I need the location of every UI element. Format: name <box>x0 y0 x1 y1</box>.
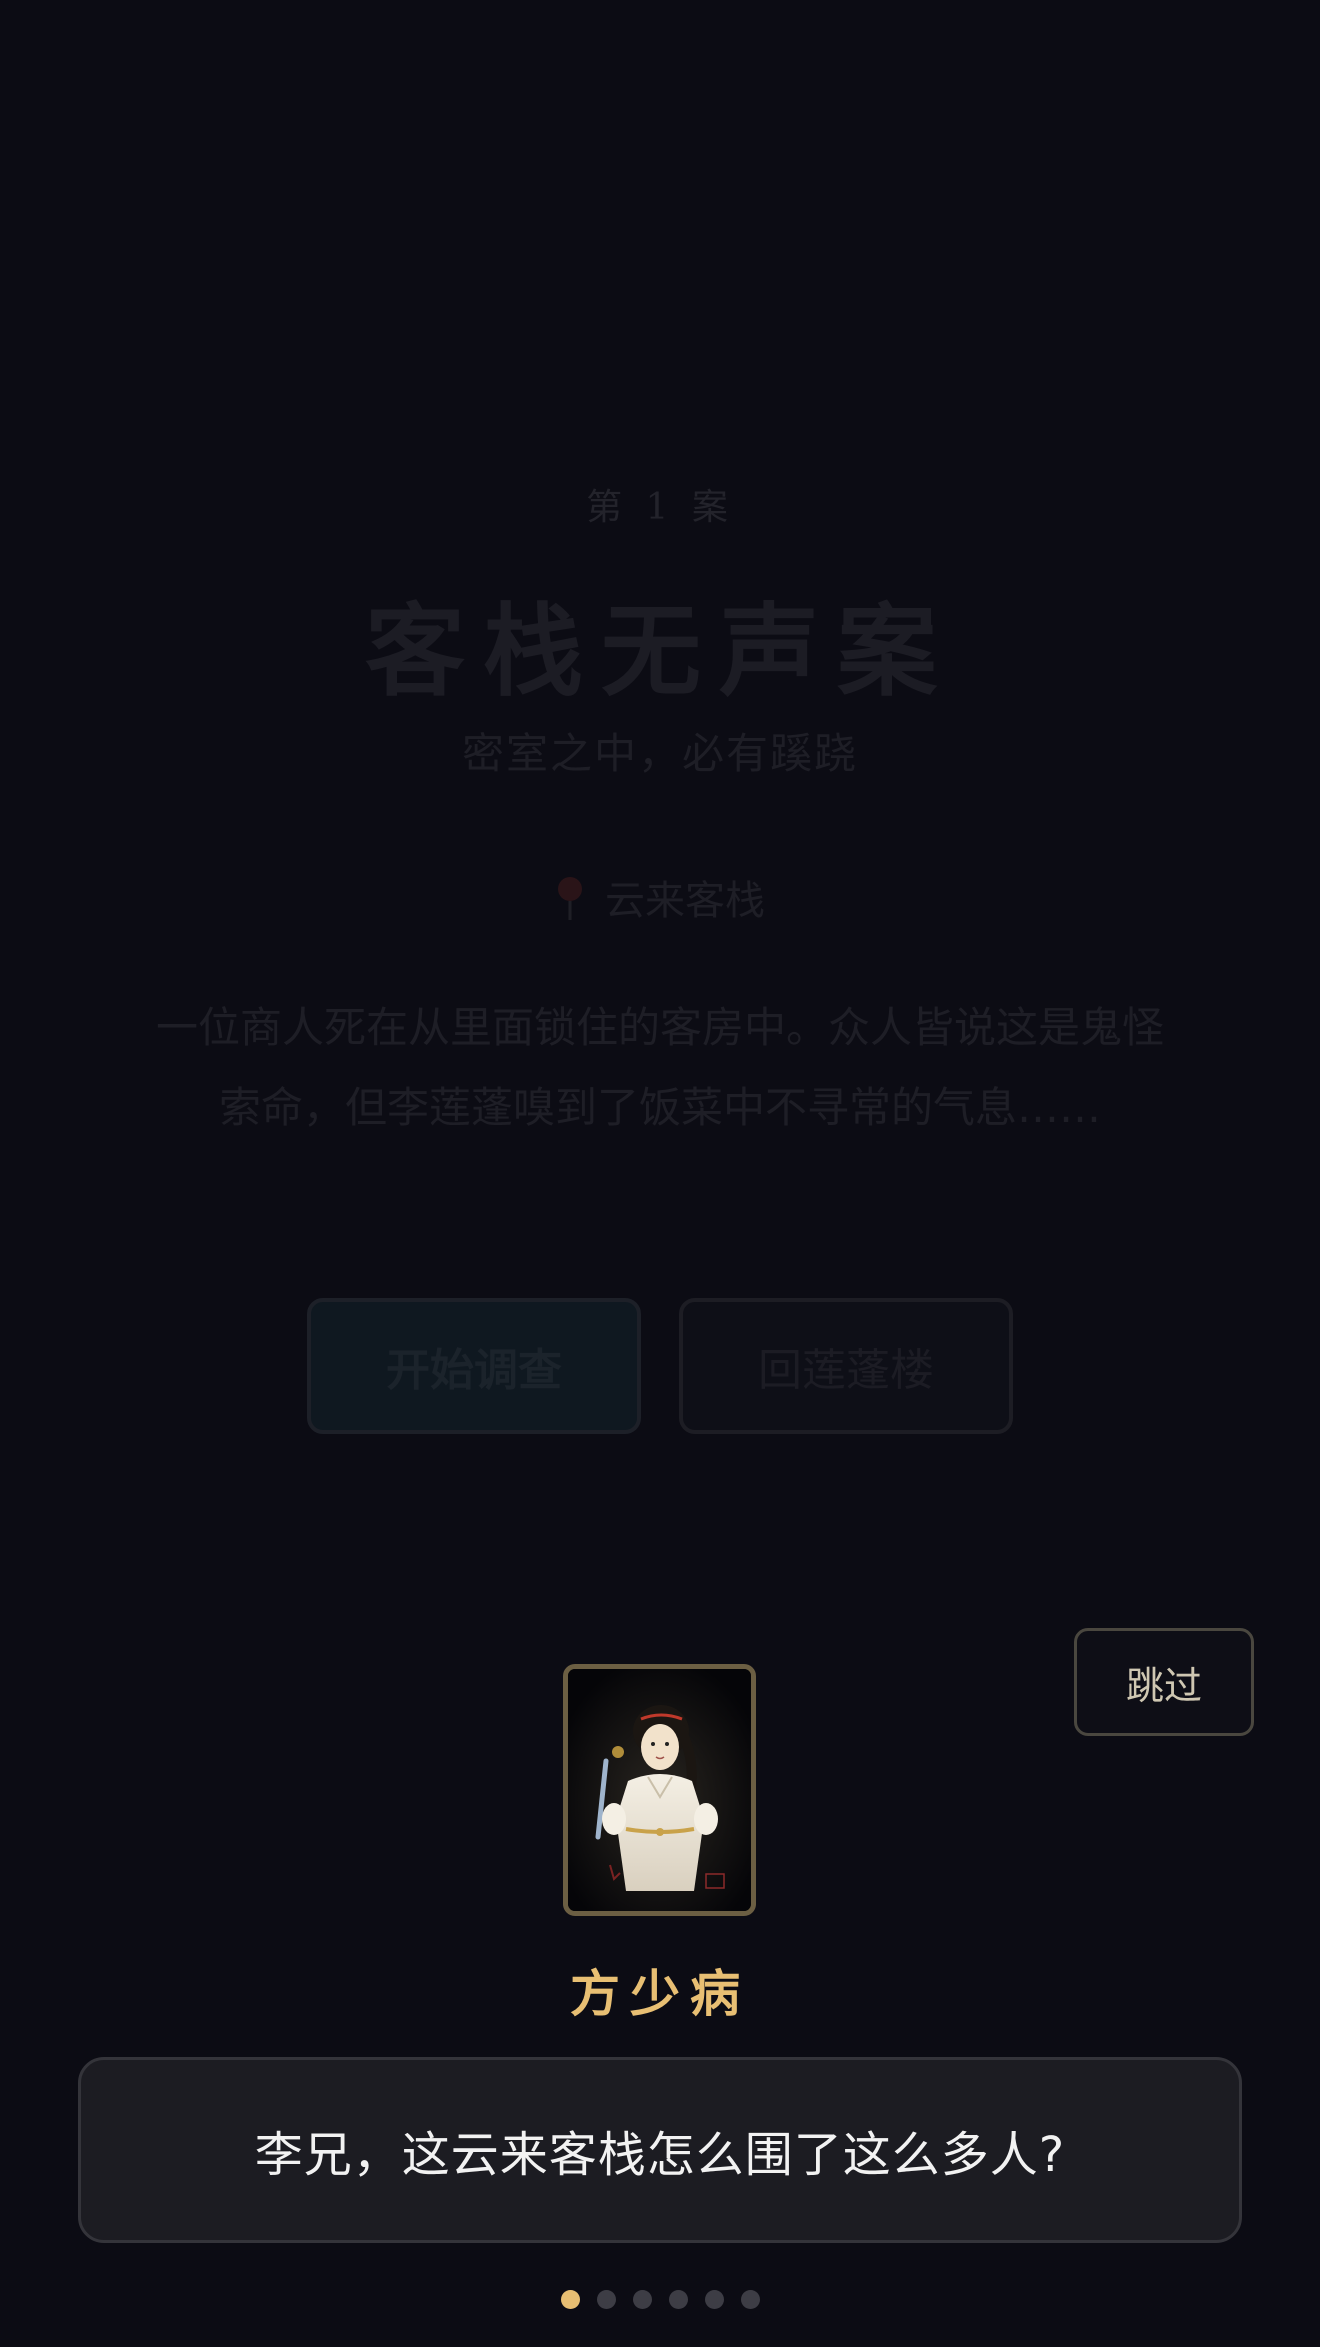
case-description-line: 索命，但李莲蓬嗅到了饭菜中不寻常的气息…… <box>218 1083 1101 1132</box>
case-number: 第 1 案 <box>586 487 734 528</box>
skip-button[interactable]: 跳过 <box>1074 1628 1254 1736</box>
speaker-portrait <box>563 1664 756 1916</box>
progress-dot <box>668 2290 688 2309</box>
case-actions: 开始调查 回莲蓬楼 <box>0 1298 1320 1434</box>
dialogue-progress-dots <box>0 2290 1320 2309</box>
progress-dot <box>596 2290 616 2309</box>
speaker-name: 方少病 <box>570 1965 750 2023</box>
progress-dot <box>704 2290 724 2309</box>
progress-dot <box>560 2290 580 2309</box>
case-location: 云来客栈 <box>0 868 1320 926</box>
case-subtitle: 密室之中，必有蹊跷 <box>461 729 858 778</box>
location-pin-icon <box>555 876 585 922</box>
case-title: 客栈无声案 <box>365 593 955 710</box>
case-location-label: 云来客栈 <box>605 878 765 924</box>
case-description: 一位商人死在从里面锁住的客房中。众人皆说这是鬼怪 索命，但李莲蓬嗅到了饭菜中不寻… <box>110 988 1210 1148</box>
case-description-line: 一位商人死在从里面锁住的客房中。众人皆说这是鬼怪 <box>155 1003 1164 1052</box>
character-illustration <box>568 1669 751 1911</box>
return-lotus-tower-button[interactable]: 回莲蓬楼 <box>679 1298 1013 1434</box>
progress-dot <box>740 2290 760 2309</box>
progress-dot <box>632 2290 652 2309</box>
dialogue-box[interactable]: 李兄，这云来客栈怎么围了这么多人? <box>78 2057 1242 2243</box>
dialogue-screen: 第 1 案 客栈无声案 密室之中，必有蹊跷 云来客栈 一位商人死在从里面锁住的客… <box>0 0 1320 2347</box>
dialogue-text: 李兄，这云来客栈怎么围了这么多人? <box>254 2127 1066 2183</box>
start-investigation-button[interactable]: 开始调查 <box>307 1298 641 1434</box>
case-intro-card: 第 1 案 客栈无声案 密室之中，必有蹊跷 云来客栈 一位商人死在从里面锁住的客… <box>0 0 1320 1500</box>
